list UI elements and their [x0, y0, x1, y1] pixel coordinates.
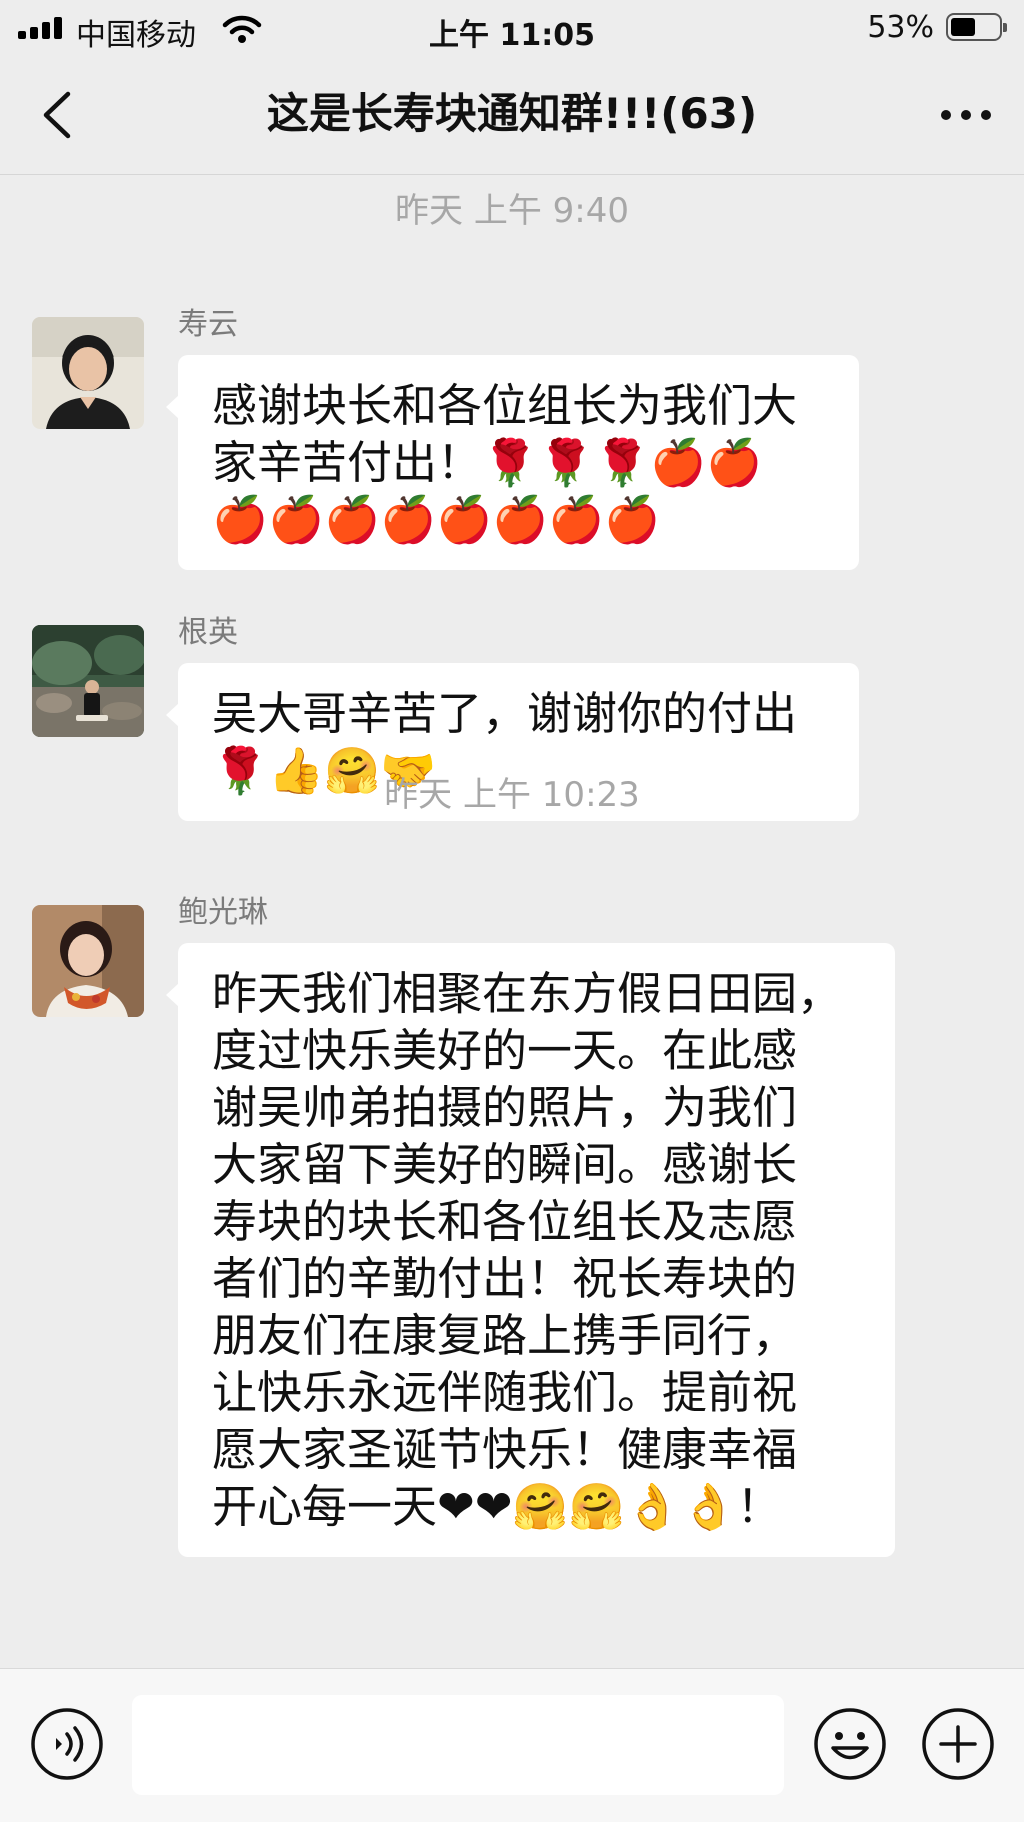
chevron-left-icon[interactable]	[34, 86, 80, 144]
chat-title: 这是长寿块通知群!!!(63)	[266, 89, 758, 138]
message-bubble[interactable]: 昨天我们相聚在东方假日田园， 度过快乐美好的一天。在此感 谢吴帅弟拍摄的照片，为…	[166, 943, 895, 1557]
sender-name: 根英	[178, 615, 238, 650]
plus-icon[interactable]	[921, 1707, 995, 1781]
time-stamp: 昨天 上午 9:40	[395, 191, 629, 231]
input-bar	[0, 1668, 1024, 1822]
battery-level	[951, 18, 975, 36]
emoji-icon[interactable]	[813, 1707, 887, 1781]
battery-percent: 53%	[867, 10, 934, 45]
sender-name: 寿云	[178, 307, 238, 342]
chat-header: 这是长寿块通知群!!!(63)	[0, 56, 1024, 175]
chat-area[interactable]: 昨天 上午 9:40 寿云 感谢块长和各位组长为我们大 家辛苦付出！🌹🌹🌹🍎🍎 …	[0, 175, 1024, 1667]
time-stamp: 昨天 上午 10:23	[384, 775, 640, 815]
sender-name: 鲍光琳	[178, 895, 268, 930]
status-bar: 中国移动 上午 11:05 53%	[0, 0, 1024, 56]
message-bubble[interactable]: 感谢块长和各位组长为我们大 家辛苦付出！🌹🌹🌹🍎🍎 🍎🍎🍎🍎🍎🍎🍎🍎	[166, 355, 859, 570]
battery-icon	[946, 13, 1007, 41]
message-input[interactable]	[132, 1695, 784, 1795]
avatar[interactable]	[32, 317, 144, 429]
more-dots-icon[interactable]	[936, 86, 996, 144]
avatar[interactable]	[32, 905, 144, 1017]
avatar[interactable]	[32, 625, 144, 737]
voice-icon[interactable]	[30, 1707, 104, 1781]
